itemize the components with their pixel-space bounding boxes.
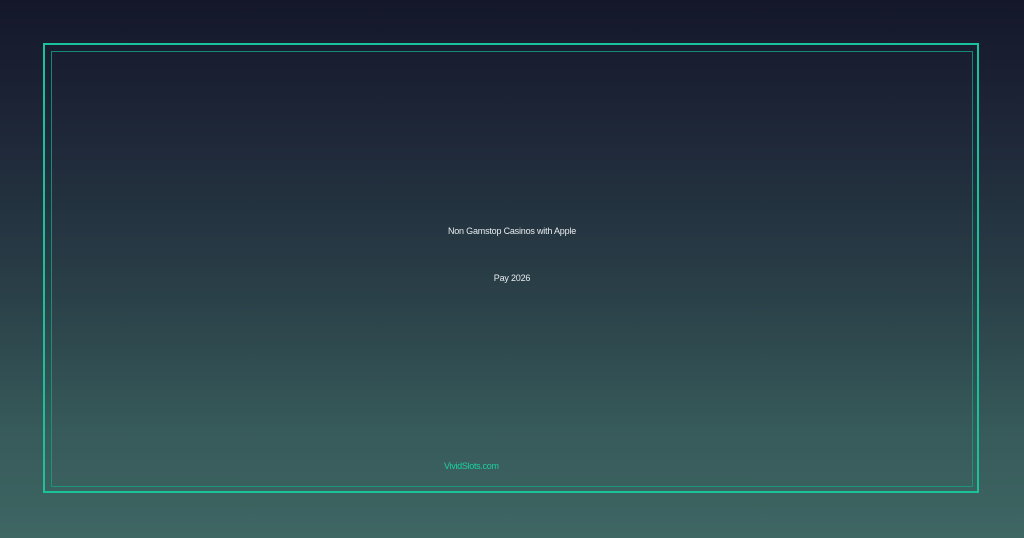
banner-title-line-2: Pay 2026	[493, 273, 531, 283]
banner-title-line-1: Non Gamstop Casinos with Apple	[447, 226, 577, 236]
brand-label: VividSlots.com	[444, 461, 499, 471]
inner-frame-border	[51, 51, 973, 487]
